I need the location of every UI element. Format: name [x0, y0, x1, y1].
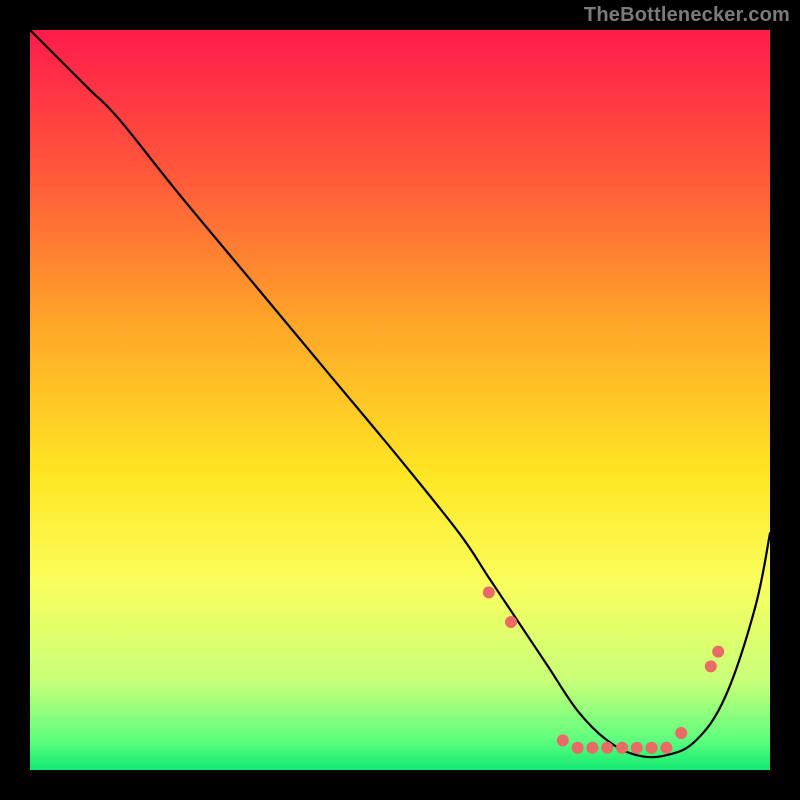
highlight-point — [505, 616, 517, 628]
highlight-point — [705, 660, 717, 672]
highlight-point — [712, 646, 724, 658]
highlight-point — [586, 742, 598, 754]
highlight-point — [646, 742, 658, 754]
chart-svg — [30, 30, 770, 770]
highlight-point — [631, 742, 643, 754]
chart-plot-area — [30, 30, 770, 770]
highlight-point — [616, 742, 628, 754]
highlight-point — [660, 742, 672, 754]
highlight-point — [601, 742, 613, 754]
gradient-background — [30, 30, 770, 770]
highlight-point — [572, 742, 584, 754]
highlight-point — [483, 586, 495, 598]
highlight-point — [557, 734, 569, 746]
watermark-label: TheBottlenecker.com — [584, 4, 790, 27]
chart-stage: TheBottlenecker.com — [0, 0, 800, 800]
highlight-point — [675, 727, 687, 739]
